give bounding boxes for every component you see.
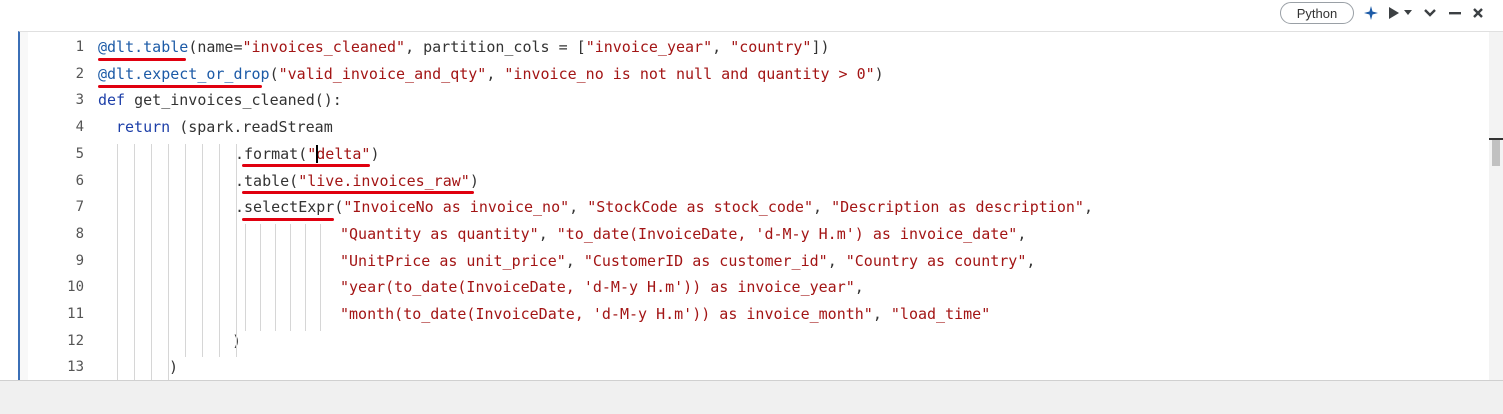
red-underline-annotation: [98, 58, 186, 61]
code-token: "Country as country": [845, 251, 1027, 270]
code-token: "UnitPrice as unit_price": [340, 251, 566, 270]
code-token: ,: [827, 251, 846, 270]
code-token: get_invoices_cleaned():: [134, 91, 342, 110]
indent-guide: [134, 143, 135, 380]
code-token: @dlt.table: [98, 38, 189, 56]
code-token: "invoices_cleaned": [242, 38, 406, 56]
code-line[interactable]: "Quantity as quantity", "to_date(Invoice…: [340, 224, 1026, 244]
code-token: def: [98, 91, 135, 110]
code-line[interactable]: ): [169, 357, 178, 377]
code-token: , partition_cols = [: [405, 38, 586, 56]
collapse-icon[interactable]: [1420, 2, 1440, 24]
code-token: "InvoiceNo as invoice_no": [343, 198, 570, 217]
code-line[interactable]: .format("delta"): [235, 144, 380, 164]
indent-guide: [275, 223, 276, 331]
code-token: "invoice_no is not null and quantity > 0…: [504, 64, 875, 83]
code-token: return: [116, 118, 180, 137]
scrollbar-thumb[interactable]: [1492, 138, 1500, 166]
code-token: "live.invoices_raw": [298, 171, 470, 190]
run-menu-chevron-icon[interactable]: [1402, 2, 1414, 24]
code-token: "month(to_date(InvoiceDate, 'd-M-y H.m')…: [340, 305, 873, 323]
vertical-scrollbar[interactable]: [1489, 32, 1503, 380]
language-selector[interactable]: Python: [1280, 2, 1354, 24]
indent-guide: [245, 223, 246, 331]
code-token: ,: [538, 224, 557, 243]
code-token: ): [469, 171, 479, 190]
cell-toolbar: Python: [0, 0, 1503, 30]
code-token: ): [874, 64, 884, 83]
indent-guide: [290, 223, 291, 331]
red-underline-annotation: [242, 164, 370, 167]
indent-guide: [168, 143, 169, 380]
code-line[interactable]: "month(to_date(InvoiceDate, 'd-M-y H.m')…: [340, 304, 990, 324]
run-icon[interactable]: [1385, 2, 1403, 24]
red-underline-annotation: [98, 85, 262, 88]
code-line[interactable]: .selectExpr("InvoiceNo as invoice_no", "…: [235, 197, 1093, 217]
code-token: (: [269, 64, 279, 83]
red-underline-annotation: [242, 191, 474, 194]
indent-guide: [151, 143, 152, 380]
code-token: ,: [854, 278, 864, 297]
code-token: ,: [565, 251, 584, 270]
code-line[interactable]: def get_invoices_cleaned():: [98, 90, 342, 110]
code-line[interactable]: @dlt.table(name="invoices_cleaned", part…: [98, 37, 830, 57]
code-token: "invoice_year": [585, 38, 713, 56]
code-token: ,: [1017, 224, 1027, 243]
indent-guide: [185, 143, 186, 358]
code-token: ,: [872, 305, 891, 323]
code-token: (name=: [188, 38, 243, 56]
code-cell[interactable]: 1 2 3 4 5 6 7 8 9 10 11 12 13 @dlt.table(name="invoi…: [18, 31, 1503, 380]
indent-guide: [202, 143, 203, 358]
code-token: .selectExpr(: [235, 198, 344, 217]
close-icon[interactable]: [1468, 2, 1488, 24]
code-token: ,: [813, 198, 832, 217]
scrollbar-cursor-marker: [1489, 138, 1503, 140]
code-line[interactable]: @dlt.expect_or_drop("valid_invoice_and_q…: [98, 64, 884, 84]
code-token: "CustomerID as customer_id": [583, 251, 828, 270]
red-underline-annotation: [242, 218, 334, 221]
indent-guide: [260, 223, 261, 331]
code-token: ,: [486, 64, 505, 83]
indent-guide: [219, 143, 220, 358]
sparkle-icon[interactable]: [1360, 2, 1382, 24]
code-token: "to_date(InvoiceDate, 'd-M-y H.m') as in…: [556, 224, 1018, 243]
code-token: ,: [569, 198, 588, 217]
text-cursor: [316, 144, 318, 163]
code-token: "load_time": [890, 305, 991, 323]
code-token: "valid_invoice_and_qty": [278, 64, 487, 83]
code-token: ]): [811, 38, 830, 56]
code-token: ,: [1083, 198, 1093, 217]
code-line[interactable]: "UnitPrice as unit_price", "CustomerID a…: [340, 251, 1035, 271]
code-token: "StockCode as stock_code": [587, 198, 813, 217]
code-token: "Quantity as quantity": [340, 224, 539, 243]
code-token: ,: [1026, 251, 1036, 270]
code-token: ,: [712, 38, 731, 56]
code-token: (spark.readStream: [179, 118, 333, 137]
code-token: .table(: [235, 171, 299, 190]
code-token: ): [169, 358, 179, 377]
code-token: ): [370, 144, 380, 163]
indent-guide: [305, 223, 306, 331]
indent-guide: [320, 223, 321, 331]
code-line[interactable]: .table("live.invoices_raw"): [235, 171, 479, 191]
code-token: "year(to_date(InvoiceDate, 'd-M-y H.m'))…: [340, 278, 855, 297]
code-token: "Description as description": [831, 198, 1084, 217]
code-line[interactable]: "year(to_date(InvoiceDate, 'd-M-y H.m'))…: [340, 277, 864, 297]
minimize-icon[interactable]: [1445, 2, 1465, 24]
code-token: @dlt.expect_or_drop: [98, 64, 270, 83]
code-line[interactable]: return (spark.readStream: [116, 117, 333, 137]
code-editor[interactable]: @dlt.table(name="invoices_cleaned", part…: [20, 32, 1485, 380]
code-token: .format(: [235, 144, 308, 163]
indent-guide: [236, 143, 237, 358]
indent-guide: [117, 143, 118, 380]
code-token: "country": [730, 38, 812, 56]
cell-bottom-area: [0, 380, 1503, 414]
